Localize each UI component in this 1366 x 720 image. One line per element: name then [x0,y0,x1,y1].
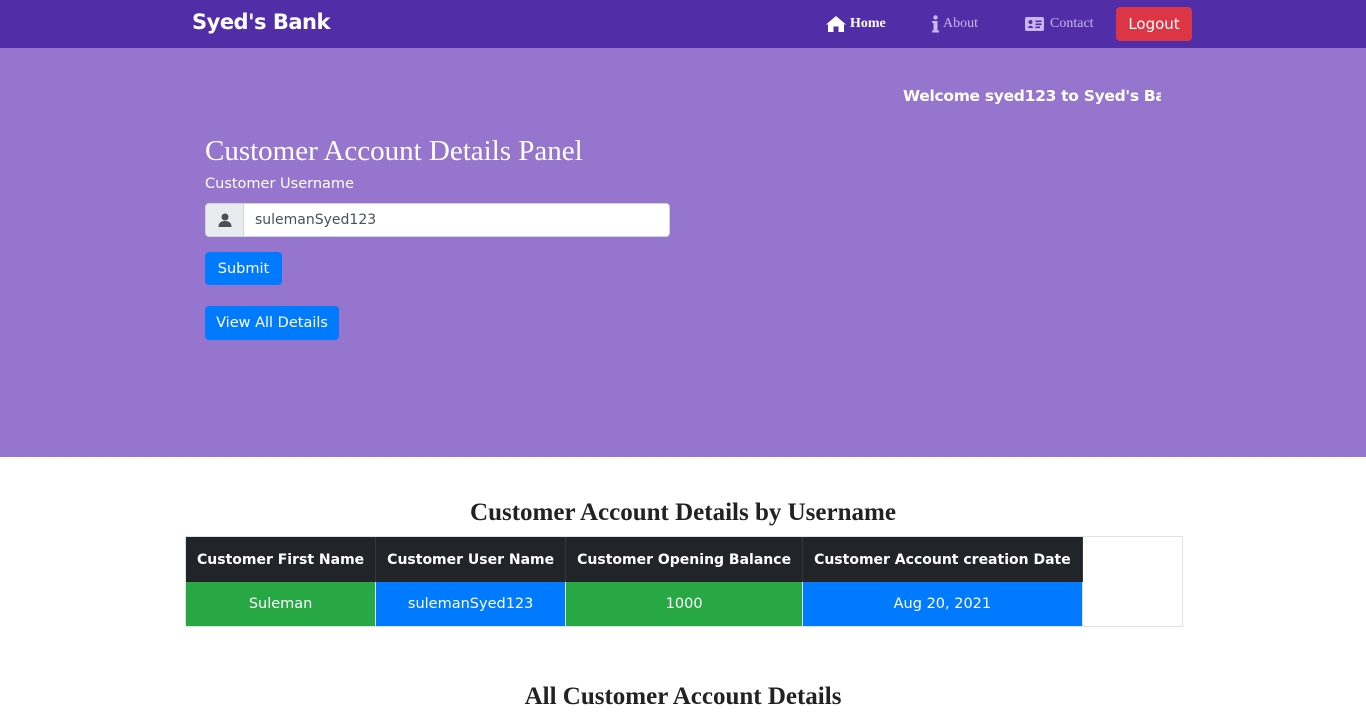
cell-first-name: Suleman [186,582,377,626]
by-username-title: Customer Account Details by Username [470,499,896,526]
username-input-group [205,203,670,237]
nav-label-home: Home [850,16,886,31]
nav-link-home[interactable]: Home [825,13,886,35]
contact-card-icon [1025,17,1044,31]
column-header-user-name: Customer User Name [375,537,567,582]
nav-label-contact: Contact [1050,16,1094,31]
nav-link-contact[interactable]: Contact [1025,13,1094,35]
nav-label-about: About [943,16,978,31]
account-panel: Welcome syed123 to Syed's Bank Customer … [0,48,1366,457]
view-all-details-button[interactable]: View All Details [205,306,339,340]
welcome-marquee: Welcome syed123 to Syed's Bank [903,87,1161,105]
info-icon [931,15,940,33]
brand-logo[interactable]: Syed's Bank [192,10,330,34]
home-icon [825,15,847,33]
column-header-creation-date: Customer Account creation Date [802,537,1083,582]
username-input[interactable] [244,204,669,236]
details-table-container: Customer First Name Customer User Name C… [185,536,1183,627]
navbar: Syed's Bank Home About Contact Logout [0,0,1366,48]
cell-opening-balance: 1000 [565,582,804,626]
user-icon [206,204,244,236]
panel-title: Customer Account Details Panel [205,135,583,167]
table-header-row: Customer First Name Customer User Name C… [186,537,1083,582]
logout-button[interactable]: Logout [1116,7,1192,41]
table-row: Suleman sulemanSyed123 1000 Aug 20, 2021 [186,582,1083,626]
cell-user-name: sulemanSyed123 [375,582,567,626]
nav-link-about[interactable]: About [931,13,978,35]
submit-button[interactable]: Submit [205,252,282,285]
cell-creation-date: Aug 20, 2021 [802,582,1083,626]
column-header-first-name: Customer First Name [186,537,377,582]
details-table: Customer First Name Customer User Name C… [186,537,1083,626]
username-label: Customer Username [205,176,354,192]
column-header-opening-balance: Customer Opening Balance [565,537,804,582]
all-details-title: All Customer Account Details [524,683,842,710]
